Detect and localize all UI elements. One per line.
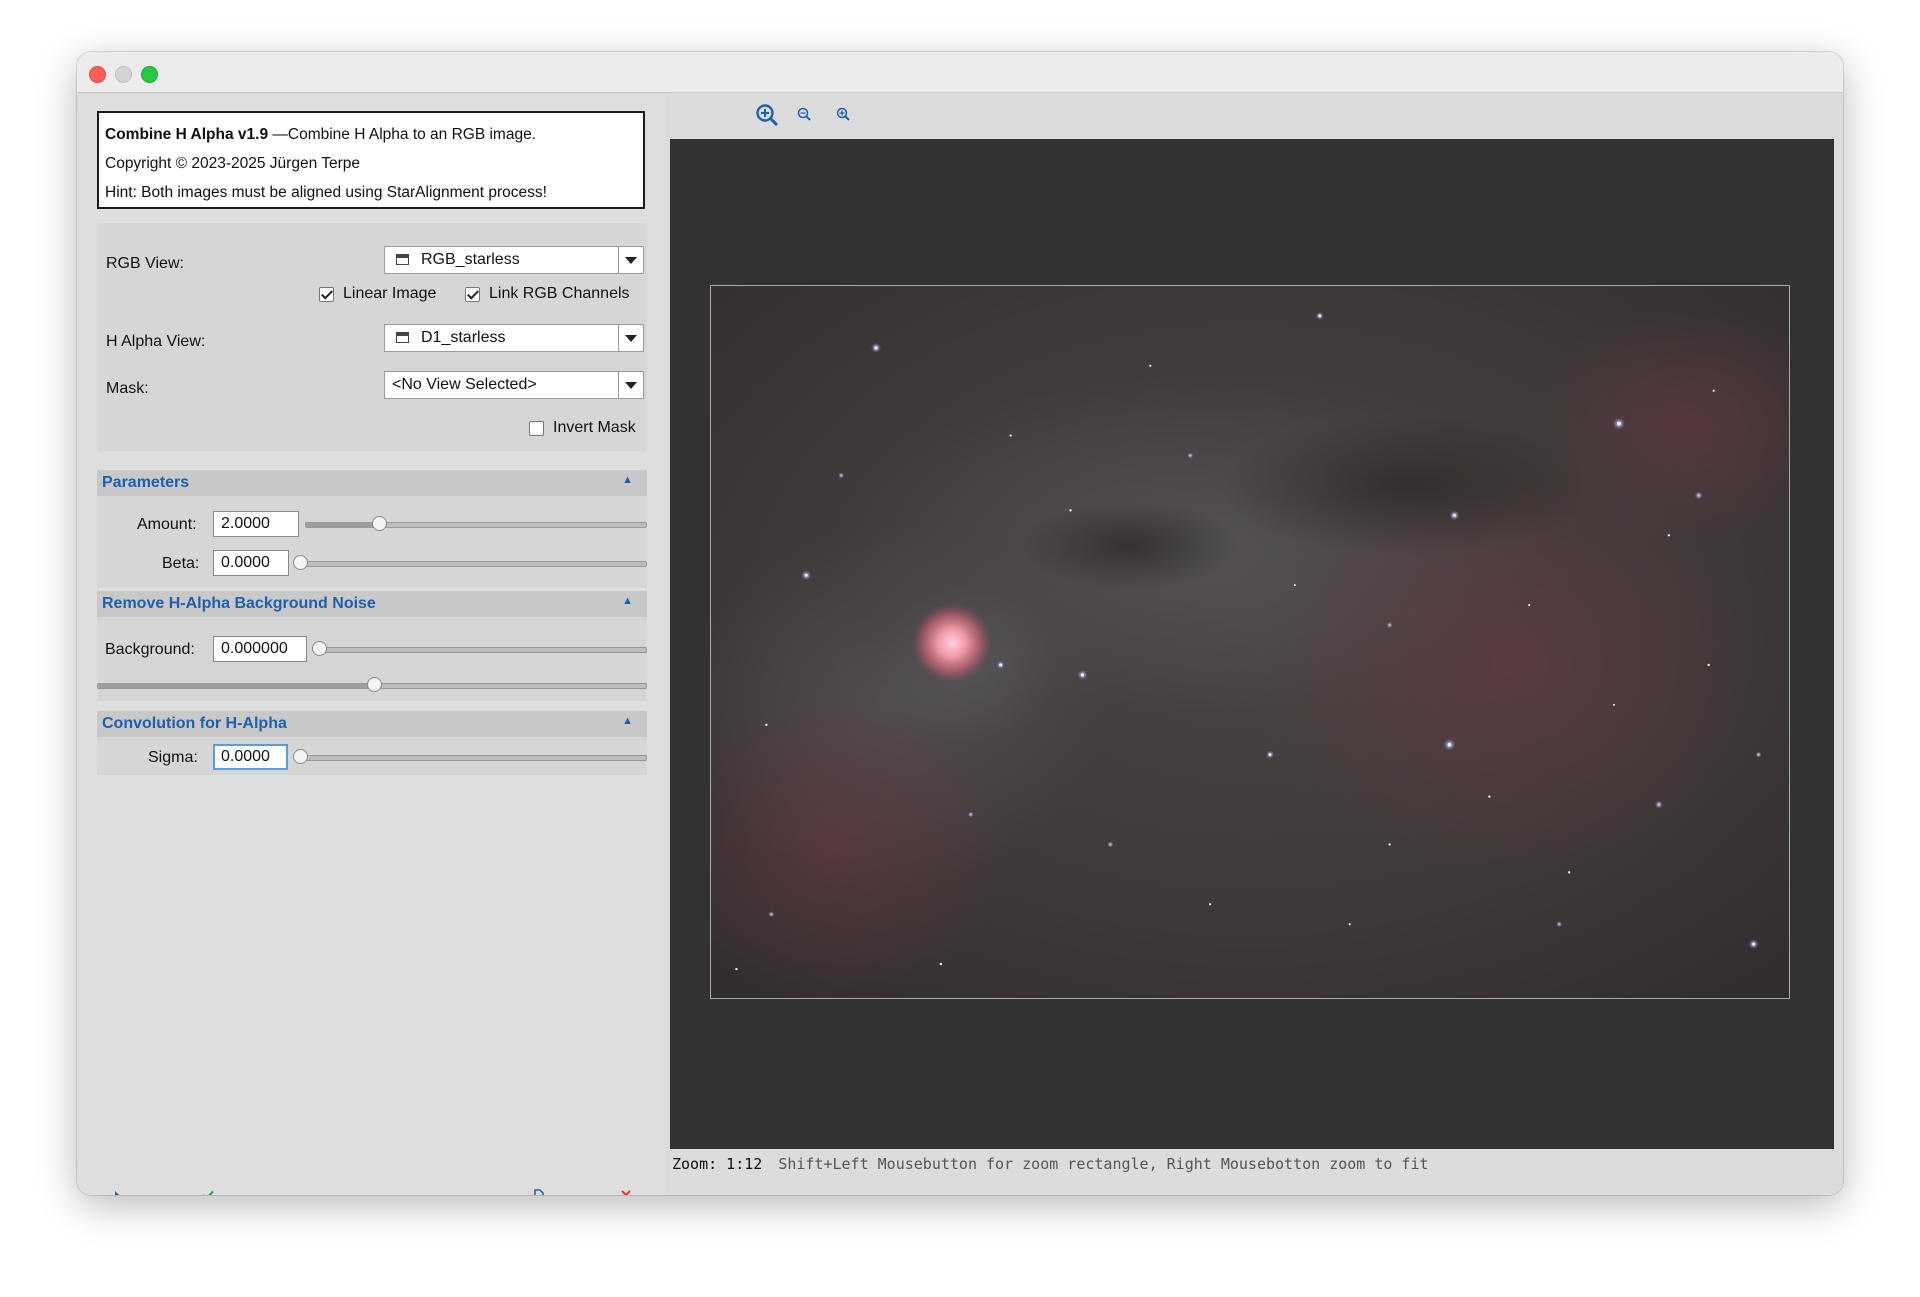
zoom-fit-icon[interactable] (755, 103, 779, 127)
zoom-out-icon[interactable] (797, 107, 811, 121)
background-range-knob[interactable] (367, 677, 382, 692)
mask-combo[interactable]: <No View Selected> (384, 371, 644, 399)
noise-section-header[interactable]: Remove H-Alpha Background Noise ▲ (97, 591, 647, 617)
checkbox-box[interactable] (319, 286, 334, 302)
astro-image-preview[interactable] (710, 285, 1790, 999)
background-slider[interactable] (312, 641, 647, 656)
convolution-section-header[interactable]: Convolution for H-Alpha ▲ (97, 711, 647, 737)
app-window: Combine H Alpha v1.9 —Combine H Alpha to… (77, 52, 1843, 1195)
apply-check-icon[interactable] (202, 1190, 214, 1195)
info-box: Combine H Alpha v1.9 —Combine H Alpha to… (97, 111, 645, 209)
title-bar (77, 52, 1843, 93)
new-instance-icon[interactable] (115, 1191, 125, 1195)
collapse-arrow-icon[interactable]: ▲ (622, 474, 633, 486)
background-label: Background: (105, 641, 195, 658)
linear-image-checkbox[interactable]: Linear Image (319, 285, 436, 303)
mask-value: <No View Selected> (392, 376, 537, 393)
link-rgb-channels-checkbox[interactable]: Link RGB Channels (465, 285, 630, 303)
image-viewer[interactable] (670, 139, 1834, 1149)
view-selection-group: RGB View: RGB_starless Linear Image Link… (97, 223, 647, 451)
beta-slider[interactable] (293, 555, 647, 570)
zoom-level: Zoom: 1:12 (672, 1155, 763, 1173)
background-slider-knob[interactable] (312, 641, 327, 656)
collapse-arrow-icon[interactable]: ▲ (622, 595, 633, 607)
invert-mask-checkbox[interactable]: Invert Mask (529, 419, 636, 437)
mask-label: Mask: (106, 380, 149, 397)
halpha-view-value: D1_starless (421, 329, 506, 346)
amount-slider-fill (306, 523, 376, 527)
view-icon (396, 254, 409, 265)
maximize-window-button[interactable] (141, 66, 158, 83)
script-name: Combine H Alpha v1.9 (105, 126, 269, 143)
background-input[interactable]: 0.000000 (213, 636, 307, 662)
chevron-down-icon[interactable] (618, 325, 643, 351)
amount-slider-knob[interactable] (372, 516, 387, 531)
linear-image-label: Linear Image (343, 285, 437, 302)
process-button-bar (77, 1183, 665, 1195)
beta-slider-knob[interactable] (293, 555, 308, 570)
settings-panel: Combine H Alpha v1.9 —Combine H Alpha to… (77, 93, 665, 1195)
reset-x-icon[interactable] (621, 1190, 631, 1195)
halpha-view-label: H Alpha View: (106, 333, 206, 350)
noise-title: Remove H-Alpha Background Noise (102, 595, 376, 612)
sigma-slider-knob[interactable] (293, 749, 308, 764)
convolution-title: Convolution for H-Alpha (102, 715, 287, 732)
checkbox-box[interactable] (529, 420, 544, 436)
view-icon (396, 332, 409, 343)
hint-text: Hint: Both images must be aligned using … (105, 184, 547, 201)
invert-mask-label: Invert Mask (553, 419, 636, 436)
beta-label: Beta: (162, 555, 200, 572)
parameters-section-header[interactable]: Parameters ▲ (97, 470, 647, 496)
collapse-arrow-icon[interactable]: ▲ (622, 715, 633, 727)
parameters-section: Amount: 2.0000 Beta: 0.0000 (97, 496, 647, 588)
convolution-section: Sigma: 0.0000 (97, 737, 647, 775)
background-range-fill (98, 684, 375, 688)
amount-label: Amount: (137, 516, 197, 533)
amount-input[interactable]: 2.0000 (213, 511, 299, 537)
script-description: —Combine H Alpha to an RGB image. (268, 126, 537, 143)
sigma-slider[interactable] (293, 749, 647, 764)
preview-panel: Zoom: 1:12 Shift+Left Mousebutton for zoo… (669, 93, 1843, 1195)
sigma-input[interactable]: 0.0000 (213, 744, 288, 770)
halpha-view-combo[interactable]: D1_starless (384, 324, 644, 352)
chevron-down-icon[interactable] (618, 247, 643, 273)
minimize-window-button[interactable] (115, 66, 132, 83)
rgb-view-label: RGB View: (106, 255, 184, 272)
chevron-down-icon[interactable] (618, 372, 643, 398)
zoom-in-icon[interactable] (836, 107, 850, 121)
preview-toolbar (669, 93, 1843, 137)
close-window-button[interactable] (89, 66, 106, 83)
sigma-label: Sigma: (148, 749, 198, 766)
status-bar: Zoom: 1:12 Shift+Left Mousebutton for zoo… (672, 1155, 1429, 1179)
rgb-view-combo[interactable]: RGB_starless (384, 246, 644, 274)
background-range-slider[interactable] (97, 677, 647, 692)
zoom-hint: Shift+Left Mousebutton for zoom rectangl… (778, 1155, 1429, 1173)
link-rgb-channels-label: Link RGB Channels (489, 285, 630, 302)
documentation-icon[interactable] (534, 1189, 544, 1195)
checkbox-box[interactable] (465, 286, 480, 302)
beta-input[interactable]: 0.0000 (213, 550, 289, 576)
rgb-view-value: RGB_starless (421, 251, 520, 268)
amount-slider[interactable] (305, 516, 647, 531)
parameters-title: Parameters (102, 474, 190, 491)
noise-section: Background: 0.000000 (97, 617, 647, 701)
